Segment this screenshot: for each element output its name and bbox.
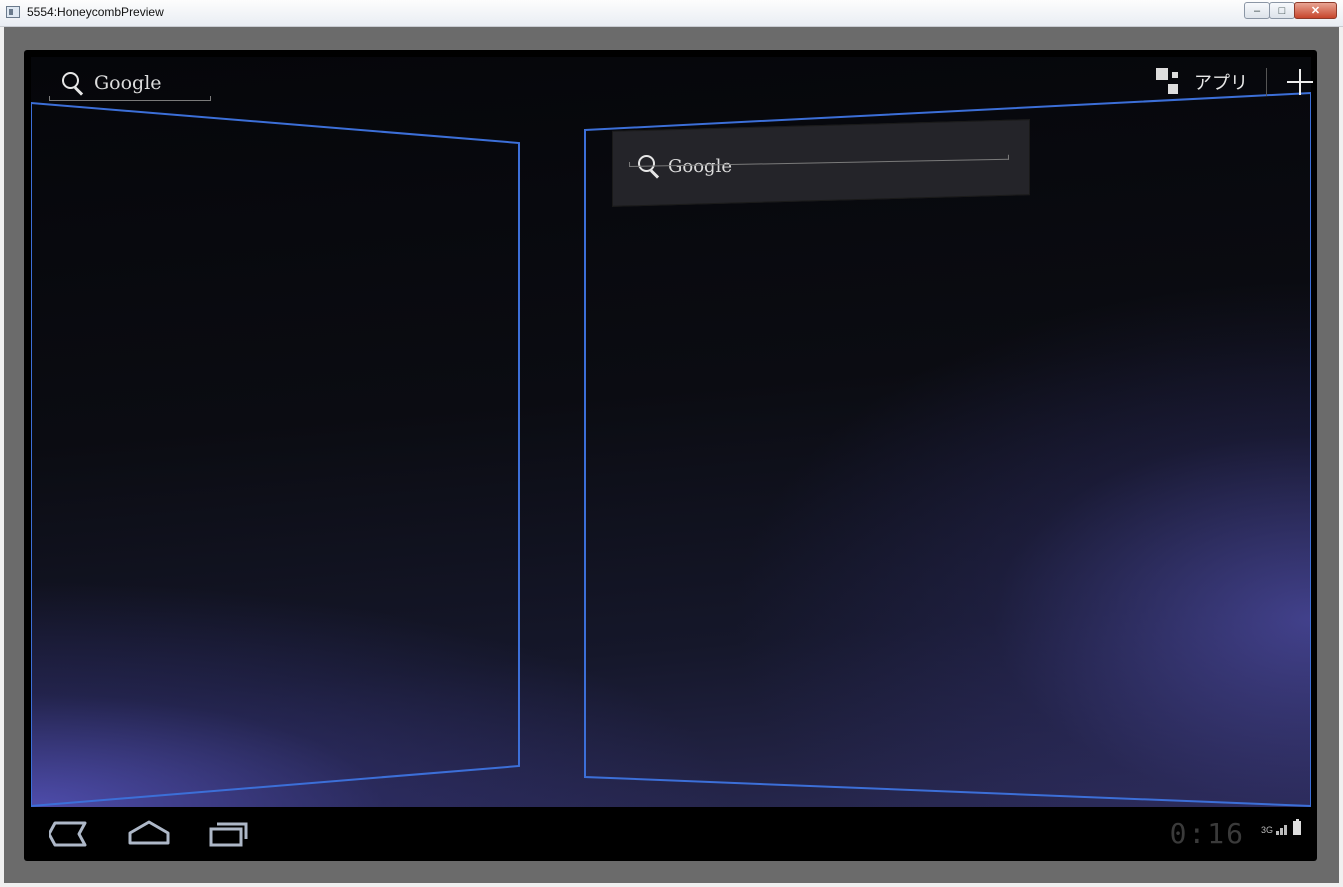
window-app-icon bbox=[6, 6, 20, 18]
window-titlebar: 5554:HoneycombPreview – □ ✕ bbox=[0, 0, 1343, 27]
apps-button[interactable]: アプリ bbox=[1194, 69, 1248, 95]
network-type: 3G bbox=[1260, 825, 1273, 835]
google-search-label: Google bbox=[94, 72, 162, 94]
google-search-bar[interactable]: Google bbox=[62, 72, 162, 94]
signal-icon bbox=[1275, 825, 1287, 835]
status-icons[interactable]: 3G bbox=[1260, 819, 1301, 835]
search-icon bbox=[62, 72, 84, 94]
minimize-button[interactable]: – bbox=[1244, 2, 1270, 19]
window-title: 5554:HoneycombPreview bbox=[27, 5, 164, 19]
left-page-outline[interactable] bbox=[31, 101, 520, 807]
status-clock[interactable]: 0:16 bbox=[1170, 817, 1245, 850]
maximize-button[interactable]: □ bbox=[1269, 2, 1295, 19]
search-underline bbox=[49, 96, 211, 101]
add-icon[interactable] bbox=[1287, 69, 1313, 95]
launcher-actions: アプリ bbox=[1156, 66, 1313, 98]
action-separator bbox=[1266, 68, 1267, 96]
apps-grid-icon[interactable] bbox=[1156, 68, 1184, 96]
back-icon[interactable] bbox=[49, 821, 87, 847]
close-button[interactable]: ✕ bbox=[1294, 2, 1337, 19]
system-bar: 0:16 3G bbox=[31, 807, 1311, 861]
recent-apps-icon[interactable] bbox=[209, 821, 249, 847]
home-icon[interactable] bbox=[128, 819, 170, 847]
battery-icon bbox=[1293, 819, 1301, 835]
window-controls: – □ ✕ bbox=[1244, 2, 1337, 20]
